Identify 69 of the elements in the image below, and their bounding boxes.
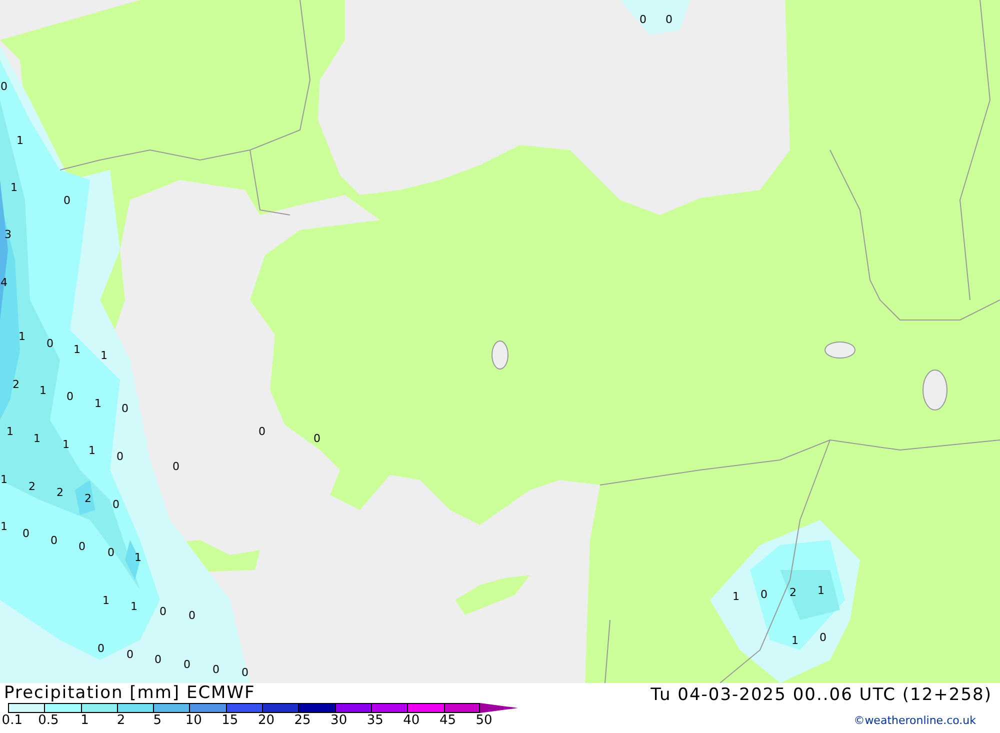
precipitation-value: 0 — [314, 432, 320, 445]
credit-text: ©weatheronline.co.uk — [854, 712, 976, 728]
precipitation-value: 0 — [172, 460, 180, 473]
scale-label: 15 — [220, 713, 240, 728]
scale-label: 0.5 — [37, 713, 60, 728]
precipitation-value: 0 — [212, 663, 220, 676]
precipitation-value: 1 — [130, 600, 138, 613]
legend-title: Precipitation [mm] ECMWF — [4, 683, 256, 703]
precipitation-value: 0 — [122, 402, 128, 415]
precipitation-value: 1 — [34, 432, 40, 445]
precipitation-value: 0 — [116, 450, 124, 463]
precipitation-value: 0 — [46, 337, 54, 350]
scale-label: 35 — [366, 713, 384, 728]
precipitation-value: 0 — [188, 609, 196, 622]
precipitation-value: 0 — [50, 534, 58, 547]
precipitation-value: 0 — [126, 648, 134, 661]
precipitation-value: 1 — [0, 473, 8, 486]
precipitation-value: 1 — [40, 384, 46, 397]
precipitation-value: 1 — [62, 438, 70, 451]
precipitation-value: 0 — [154, 653, 162, 666]
precipitation-value: 0 — [258, 425, 266, 438]
precipitation-value: 2 — [84, 492, 92, 505]
precipitation-value: 0 — [640, 13, 646, 26]
precipitation-value: 1 — [732, 590, 740, 603]
precipitation-value: 0 — [666, 13, 672, 26]
precipitation-value: 1 — [16, 134, 24, 147]
precipitation-value: 1 — [818, 584, 824, 597]
precipitation-value: 4 — [0, 276, 8, 289]
precipitation-value: 0 — [64, 194, 70, 207]
precipitation-value: 0 — [22, 527, 30, 540]
precipitation-value: 1 — [100, 349, 108, 362]
precipitation-value: 2 — [12, 378, 20, 391]
valid-time: Tu 04-03-2025 00..06 UTC (12+258) — [650, 684, 992, 707]
precipitation-value: 0 — [160, 605, 166, 618]
scale-label: 5 — [152, 713, 162, 728]
precipitation-value: 1 — [94, 397, 102, 410]
scale-label: 0.1 — [0, 713, 24, 728]
precipitation-value: 0 — [98, 642, 104, 655]
precipitation-value: 1 — [74, 343, 80, 356]
precipitation-value: 2 — [56, 486, 64, 499]
precipitation-value: 0 — [820, 631, 826, 644]
precipitation-value: 0 — [108, 546, 114, 559]
precipitation-value: 2 — [790, 586, 796, 599]
scale-label: 45 — [438, 713, 457, 728]
precipitation-value: 1 — [18, 330, 26, 343]
precipitation-value: 0 — [66, 390, 74, 403]
scale-label: 1 — [80, 713, 90, 728]
precipitation-value: 3 — [4, 228, 12, 241]
precipitation-value: 1 — [88, 444, 96, 457]
scale-label: 20 — [256, 713, 276, 728]
precipitation-value: 2 — [28, 480, 36, 493]
precipitation-value: 1 — [792, 634, 798, 647]
precipitation-value: 0 — [112, 498, 120, 511]
precipitation-value: 0 — [78, 540, 86, 553]
scale-label: 10 — [184, 713, 203, 728]
scale-label: 30 — [330, 713, 348, 728]
scale-label: 40 — [402, 713, 421, 728]
precipitation-value: 0 — [242, 666, 248, 679]
scale-label: 50 — [474, 713, 494, 728]
precipitation-value: 0 — [184, 658, 190, 671]
precipitation-value: 1 — [0, 520, 8, 533]
scale-label: 25 — [293, 713, 312, 728]
precipitation-value: 1 — [102, 594, 110, 607]
precipitation-value: 1 — [134, 551, 142, 564]
scale-label: 2 — [116, 713, 126, 728]
precipitation-value: 0 — [0, 80, 8, 93]
precipitation-value: 0 — [760, 588, 768, 601]
precipitation-value: 1 — [6, 425, 14, 438]
precipitation-value: 1 — [10, 181, 18, 194]
